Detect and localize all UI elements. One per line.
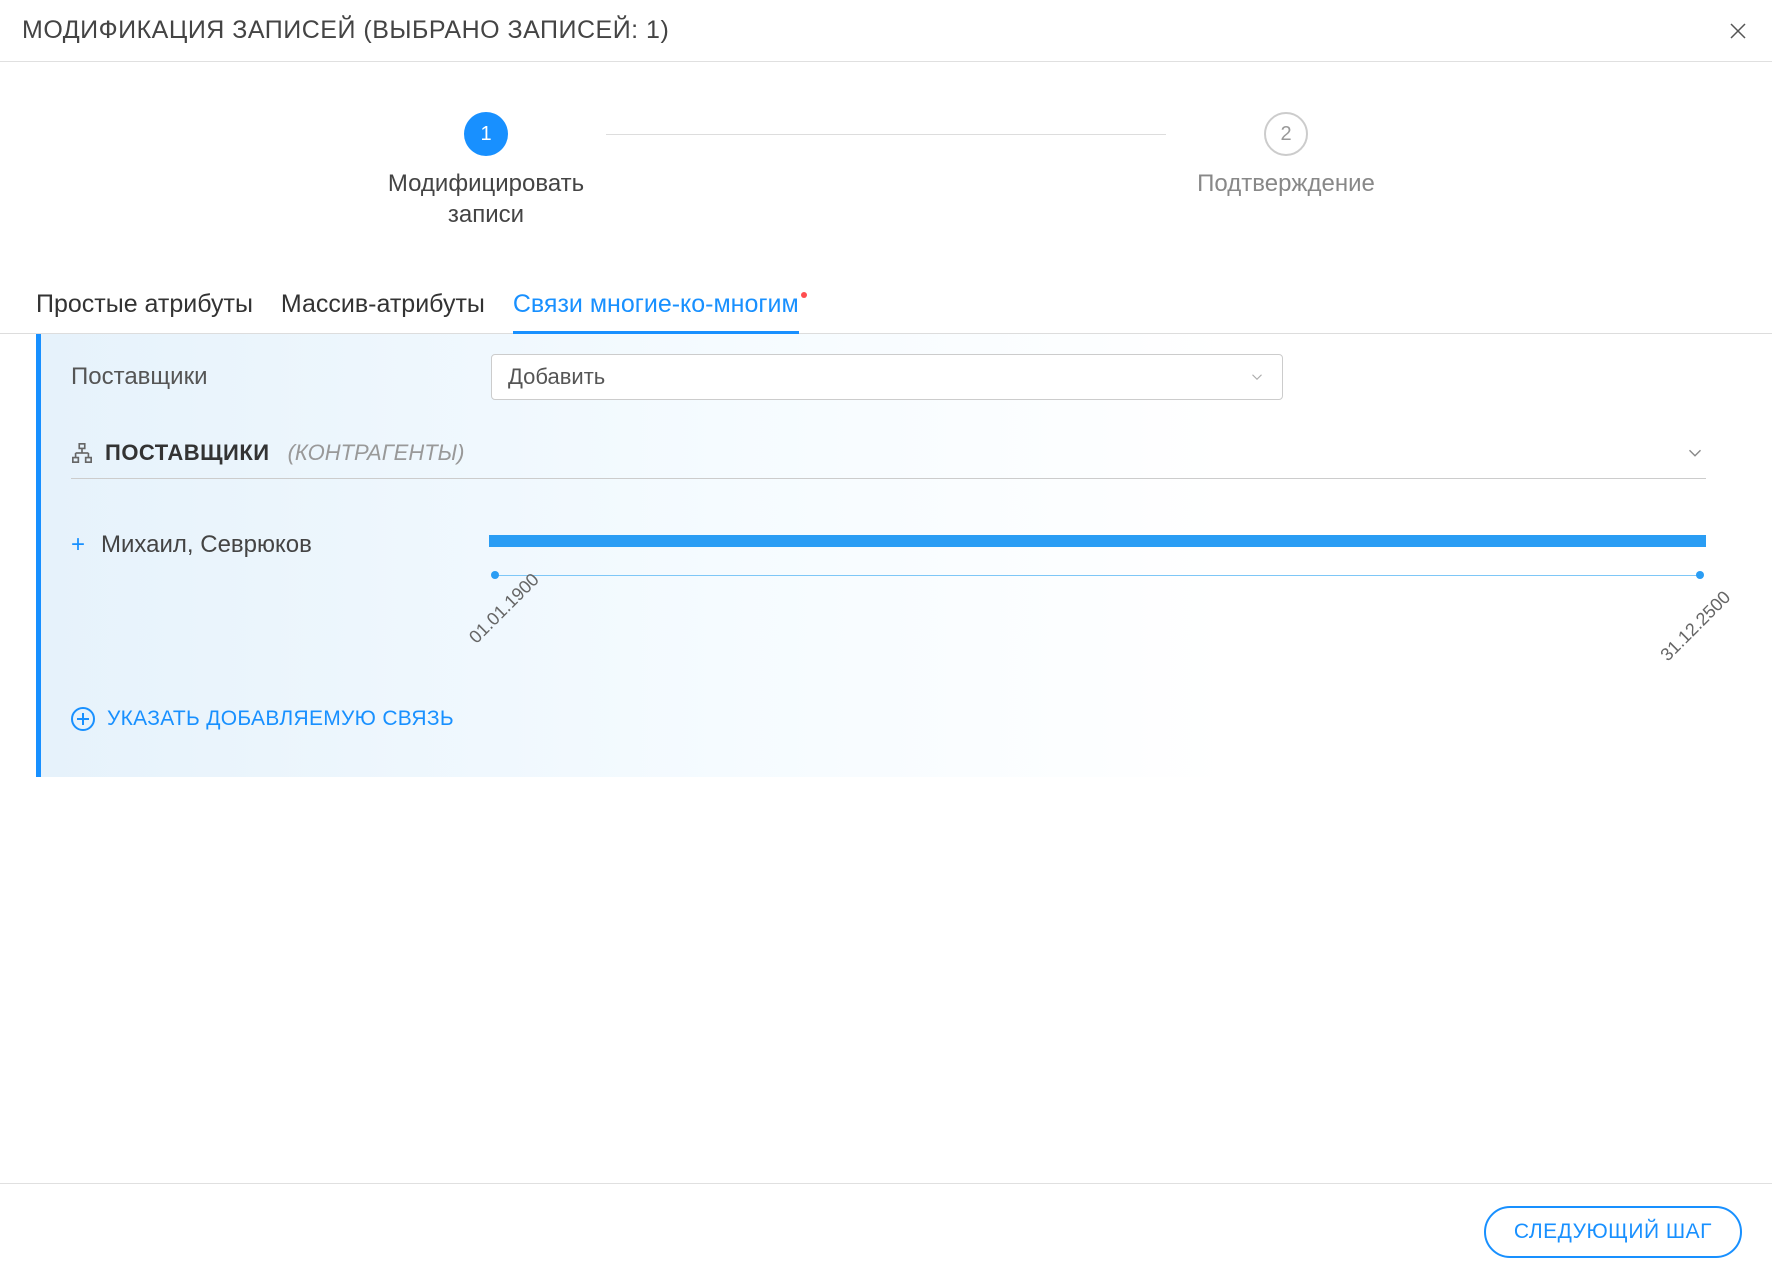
timeline-start-dot[interactable] xyxy=(491,571,499,579)
tab-many-to-many-label: Связи многие-ко-многим xyxy=(513,290,799,318)
section-collapse-icon[interactable] xyxy=(1684,442,1706,464)
step-label-1: Модифицировать записи xyxy=(366,168,606,230)
circle-plus-icon xyxy=(71,707,95,731)
step-confirm: 2 Подтверждение xyxy=(1166,112,1406,199)
section-header: ПОСТАВЩИКИ (КОНТРАГЕНТЫ) xyxy=(71,424,1706,479)
tab-array-attributes[interactable]: Массив-атрибуты xyxy=(281,290,485,333)
dialog-title: МОДИФИКАЦИЯ ЗАПИСЕЙ (ВЫБРАНО ЗАПИСЕЙ: 1) xyxy=(22,16,669,45)
form-label-suppliers: Поставщики xyxy=(71,363,451,391)
tab-many-to-many[interactable]: Связи многие-ко-многим xyxy=(513,290,799,334)
chevron-down-icon xyxy=(1248,368,1266,386)
hierarchy-icon xyxy=(71,442,93,464)
close-icon[interactable] xyxy=(1726,19,1750,43)
step-label-2: Подтверждение xyxy=(1197,168,1375,199)
timeline-start-label: 01.01.1900 xyxy=(465,570,544,649)
add-relation-button[interactable]: УКАЗАТЬ ДОБАВЛЯЕМУЮ СВЯЗЬ xyxy=(71,667,1706,737)
tab-indicator-dot xyxy=(801,292,807,298)
item-left[interactable]: + Михаил, Севрюков xyxy=(71,527,489,559)
item-name: Михаил, Севрюков xyxy=(101,531,312,559)
plus-icon: + xyxy=(71,533,85,557)
step-modify: 1 Модифицировать записи xyxy=(366,112,606,230)
add-relation-label: УКАЗАТЬ ДОБАВЛЯЕМУЮ СВЯЗЬ xyxy=(107,707,454,731)
step-connector xyxy=(606,134,1166,135)
timeline-end-label: 31.12.2500 xyxy=(1656,587,1735,666)
action-select[interactable]: Добавить xyxy=(491,354,1283,400)
tabs-container: Простые атрибуты Массив-атрибуты Связи м… xyxy=(0,290,1772,334)
section-title-wrap: ПОСТАВЩИКИ (КОНТРАГЕНТЫ) xyxy=(71,440,464,466)
select-value: Добавить xyxy=(508,364,605,390)
tab-simple-attributes[interactable]: Простые атрибуты xyxy=(36,290,253,333)
section-subtitle: (КОНТРАГЕНТЫ) xyxy=(288,440,465,466)
wizard-steps: 1 Модифицировать записи 2 Подтверждение xyxy=(0,62,1772,290)
content-area: Поставщики Добавить ПОСТАВЩИКИ (КОНТРАГЕ… xyxy=(0,334,1772,1183)
next-step-button[interactable]: СЛЕДУЮЩИЙ ШАГ xyxy=(1484,1206,1742,1258)
timeline-bar[interactable] xyxy=(489,535,1706,547)
relation-item-row: + Михаил, Севрюков 01.01.1900 31.12.2500 xyxy=(71,507,1706,667)
timeline-track xyxy=(493,575,1702,576)
dialog-header: МОДИФИКАЦИЯ ЗАПИСЕЙ (ВЫБРАНО ЗАПИСЕЙ: 1) xyxy=(0,0,1772,62)
form-row-suppliers: Поставщики Добавить xyxy=(71,354,1706,400)
relation-panel: Поставщики Добавить ПОСТАВЩИКИ (КОНТРАГЕ… xyxy=(36,334,1736,777)
timeline: 01.01.1900 31.12.2500 xyxy=(489,527,1706,647)
timeline-end-dot[interactable] xyxy=(1696,571,1704,579)
section-title: ПОСТАВЩИКИ xyxy=(105,440,270,466)
step-number-1: 1 xyxy=(464,112,508,156)
step-number-2: 2 xyxy=(1264,112,1308,156)
dialog-footer: СЛЕДУЮЩИЙ ШАГ xyxy=(0,1183,1772,1280)
